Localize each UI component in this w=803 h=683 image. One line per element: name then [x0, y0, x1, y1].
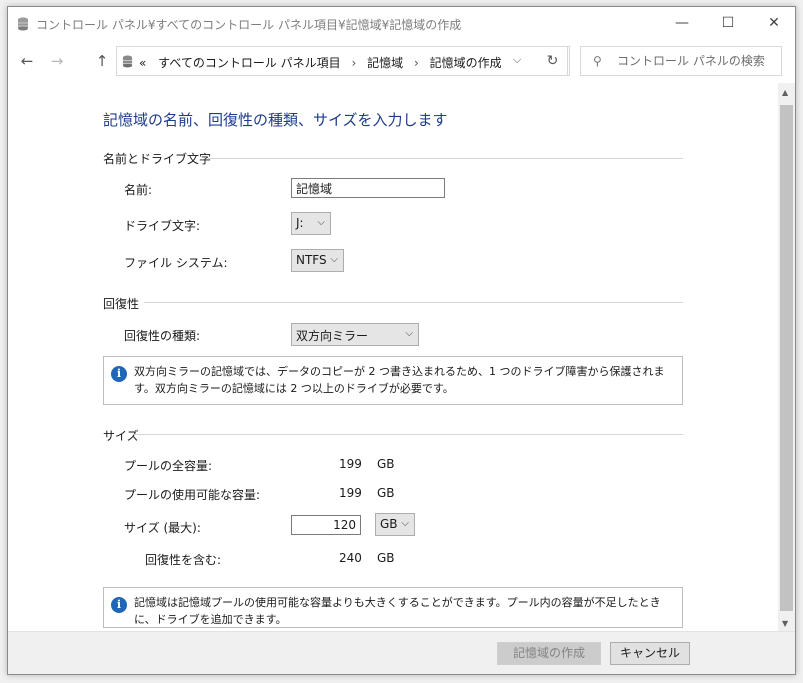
max-size-input[interactable] — [291, 515, 361, 535]
pool-total-capacity-unit: GB — [377, 457, 395, 471]
chevron-down-icon: ⌵ — [401, 518, 409, 529]
file-system-select[interactable]: NTFS ⌵ — [291, 249, 344, 272]
chevron-down-icon: ⌵ — [330, 254, 338, 265]
section-divider — [208, 158, 683, 159]
storage-spaces-icon — [18, 17, 28, 31]
maximize-button[interactable]: ☐ — [705, 7, 751, 39]
breadcrumb-overflow[interactable]: « — [139, 56, 146, 70]
file-system-label: ファイル システム: — [124, 256, 228, 270]
scrollbar-thumb[interactable] — [780, 105, 793, 611]
max-size-label: サイズ (最大): — [124, 521, 201, 535]
size-unit-value: GB — [380, 517, 398, 531]
navigation-bar: ← → ↑ « すべてのコントロール パネル項目 › 記憶域 › 記憶域の作成 … — [8, 45, 795, 77]
chevron-down-icon: ⌵ — [405, 328, 413, 339]
resiliency-info-text: 双方向ミラーの記憶域では、データのコピーが 2 つ書き込まれるため、1 つのドラ… — [134, 365, 665, 395]
name-label: 名前: — [124, 183, 153, 197]
size-unit-select[interactable]: GB ⌵ — [375, 513, 415, 536]
breadcrumb-item-create[interactable]: 記憶域の作成 — [430, 56, 502, 70]
refresh-button[interactable]: ↻ — [538, 46, 568, 76]
back-button[interactable]: ← — [16, 49, 38, 73]
resiliency-info-box: i 双方向ミラーの記憶域では、データのコピーが 2 つ書き込まれるため、1 つの… — [103, 356, 683, 405]
forward-button[interactable]: → — [46, 49, 68, 73]
section-title-resiliency: 回復性 — [103, 297, 140, 311]
window-title: コントロール パネル¥すべてのコントロール パネル項目¥記憶域¥記憶域の作成 — [36, 18, 462, 32]
pool-available-capacity-value: 199 — [339, 486, 362, 500]
info-icon: i — [111, 597, 127, 613]
pool-total-capacity-value: 199 — [339, 457, 362, 471]
drive-letter-label: ドライブ文字: — [124, 219, 201, 233]
chevron-down-icon[interactable]: ⌵ — [513, 53, 521, 67]
chevron-right-icon[interactable]: › — [414, 56, 419, 70]
breadcrumb-item-all-items[interactable]: すべてのコントロール パネル項目 — [158, 56, 341, 70]
page-title: 記憶域の名前、回復性の種類、サイズを入力します — [103, 111, 448, 129]
including-resiliency-unit: GB — [377, 551, 395, 565]
resiliency-type-value: 双方向ミラー — [296, 329, 369, 343]
title-bar: コントロール パネル¥すべてのコントロール パネル項目¥記憶域¥記憶域の作成 —… — [8, 7, 795, 39]
main-content: 記憶域の名前、回復性の種類、サイズを入力します 名前とドライブ文字 名前: ドラ… — [8, 83, 778, 631]
dialog-footer: 記憶域の作成 キャンセル — [8, 631, 795, 674]
including-resiliency-value: 240 — [339, 551, 362, 565]
size-info-text: 記憶域は記憶域プールの使用可能な容量よりも大きくすることができます。プール内の容… — [134, 596, 661, 626]
including-resiliency-label: 回復性を含む: — [145, 553, 222, 567]
info-icon: i — [111, 366, 127, 382]
pool-available-capacity-unit: GB — [377, 486, 395, 500]
breadcrumb: « すべてのコントロール パネル項目 › 記憶域 › 記憶域の作成 — [139, 54, 502, 71]
chevron-down-icon: ⌵ — [317, 217, 325, 228]
create-storage-space-button[interactable]: 記憶域の作成 — [497, 642, 601, 665]
minimize-button[interactable]: — — [659, 7, 705, 39]
search-input[interactable] — [617, 52, 777, 70]
breadcrumb-item-storage-spaces[interactable]: 記憶域 — [367, 56, 403, 70]
up-button[interactable]: ↑ — [91, 49, 113, 73]
section-divider — [144, 302, 683, 303]
pool-total-capacity-label: プールの全容量: — [124, 459, 213, 473]
address-bar[interactable]: « すべてのコントロール パネル項目 › 記憶域 › 記憶域の作成 ⌵ — [116, 46, 570, 76]
size-info-box: i 記憶域は記憶域プールの使用可能な容量よりも大きくすることができます。プール内… — [103, 587, 683, 628]
resiliency-type-select[interactable]: 双方向ミラー ⌵ — [291, 323, 419, 346]
pool-available-capacity-label: プールの使用可能な容量: — [124, 488, 261, 502]
scroll-down-icon[interactable]: ▼ — [782, 619, 788, 628]
chevron-right-icon[interactable]: › — [352, 56, 357, 70]
vertical-scrollbar[interactable]: ▲ ▼ — [778, 83, 795, 631]
storage-spaces-icon — [122, 55, 133, 68]
file-system-value: NTFS — [296, 253, 327, 267]
section-divider — [134, 434, 683, 435]
section-title-size: サイズ — [103, 429, 139, 443]
close-button[interactable]: ✕ — [751, 7, 795, 39]
search-icon: ⚲ — [593, 54, 602, 68]
scroll-up-icon[interactable]: ▲ — [782, 88, 788, 97]
search-box[interactable]: ⚲ — [580, 46, 782, 76]
create-storage-space-window: コントロール パネル¥すべてのコントロール パネル項目¥記憶域¥記憶域の作成 —… — [7, 6, 796, 675]
drive-letter-select[interactable]: J: ⌵ — [291, 212, 331, 235]
section-title-name-drive: 名前とドライブ文字 — [103, 152, 212, 166]
drive-letter-value: J: — [296, 216, 304, 230]
name-input[interactable] — [291, 178, 445, 198]
cancel-button[interactable]: キャンセル — [610, 642, 690, 665]
resiliency-type-label: 回復性の種類: — [124, 329, 201, 343]
